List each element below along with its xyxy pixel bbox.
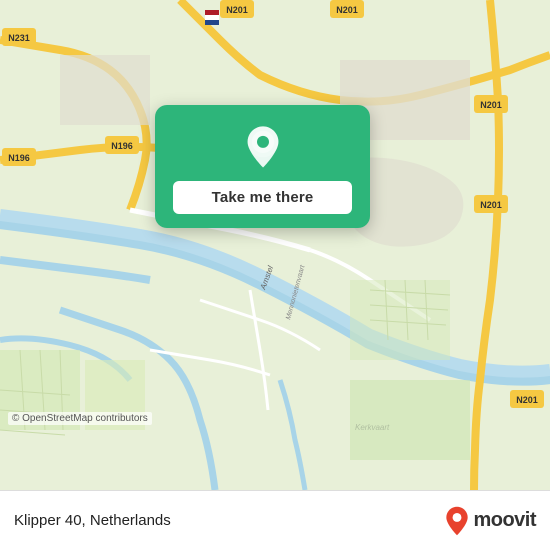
svg-text:N196: N196 bbox=[8, 153, 30, 163]
moovit-logo: moovit bbox=[443, 505, 536, 537]
svg-text:N201: N201 bbox=[226, 5, 248, 15]
svg-text:N231: N231 bbox=[8, 33, 30, 43]
location-label: Klipper 40, Netherlands bbox=[14, 512, 171, 529]
map-container: N231 N196 N196 N201 N201 N201 N201 N201 … bbox=[0, 0, 550, 490]
svg-text:N196: N196 bbox=[111, 141, 133, 151]
osm-credit: © OpenStreetMap contributors bbox=[8, 412, 152, 425]
svg-text:N201: N201 bbox=[516, 395, 538, 405]
take-me-there-button[interactable]: Take me there bbox=[173, 181, 352, 214]
moovit-pin-icon bbox=[443, 505, 471, 537]
tooltip-card: Take me there bbox=[155, 105, 370, 228]
svg-text:N201: N201 bbox=[336, 5, 358, 15]
location-pin-icon bbox=[239, 123, 287, 171]
svg-text:N201: N201 bbox=[480, 100, 502, 110]
moovit-logo-text: moovit bbox=[473, 509, 536, 532]
bottom-bar: Klipper 40, Netherlands moovit bbox=[0, 490, 550, 550]
svg-text:N201: N201 bbox=[480, 200, 502, 210]
